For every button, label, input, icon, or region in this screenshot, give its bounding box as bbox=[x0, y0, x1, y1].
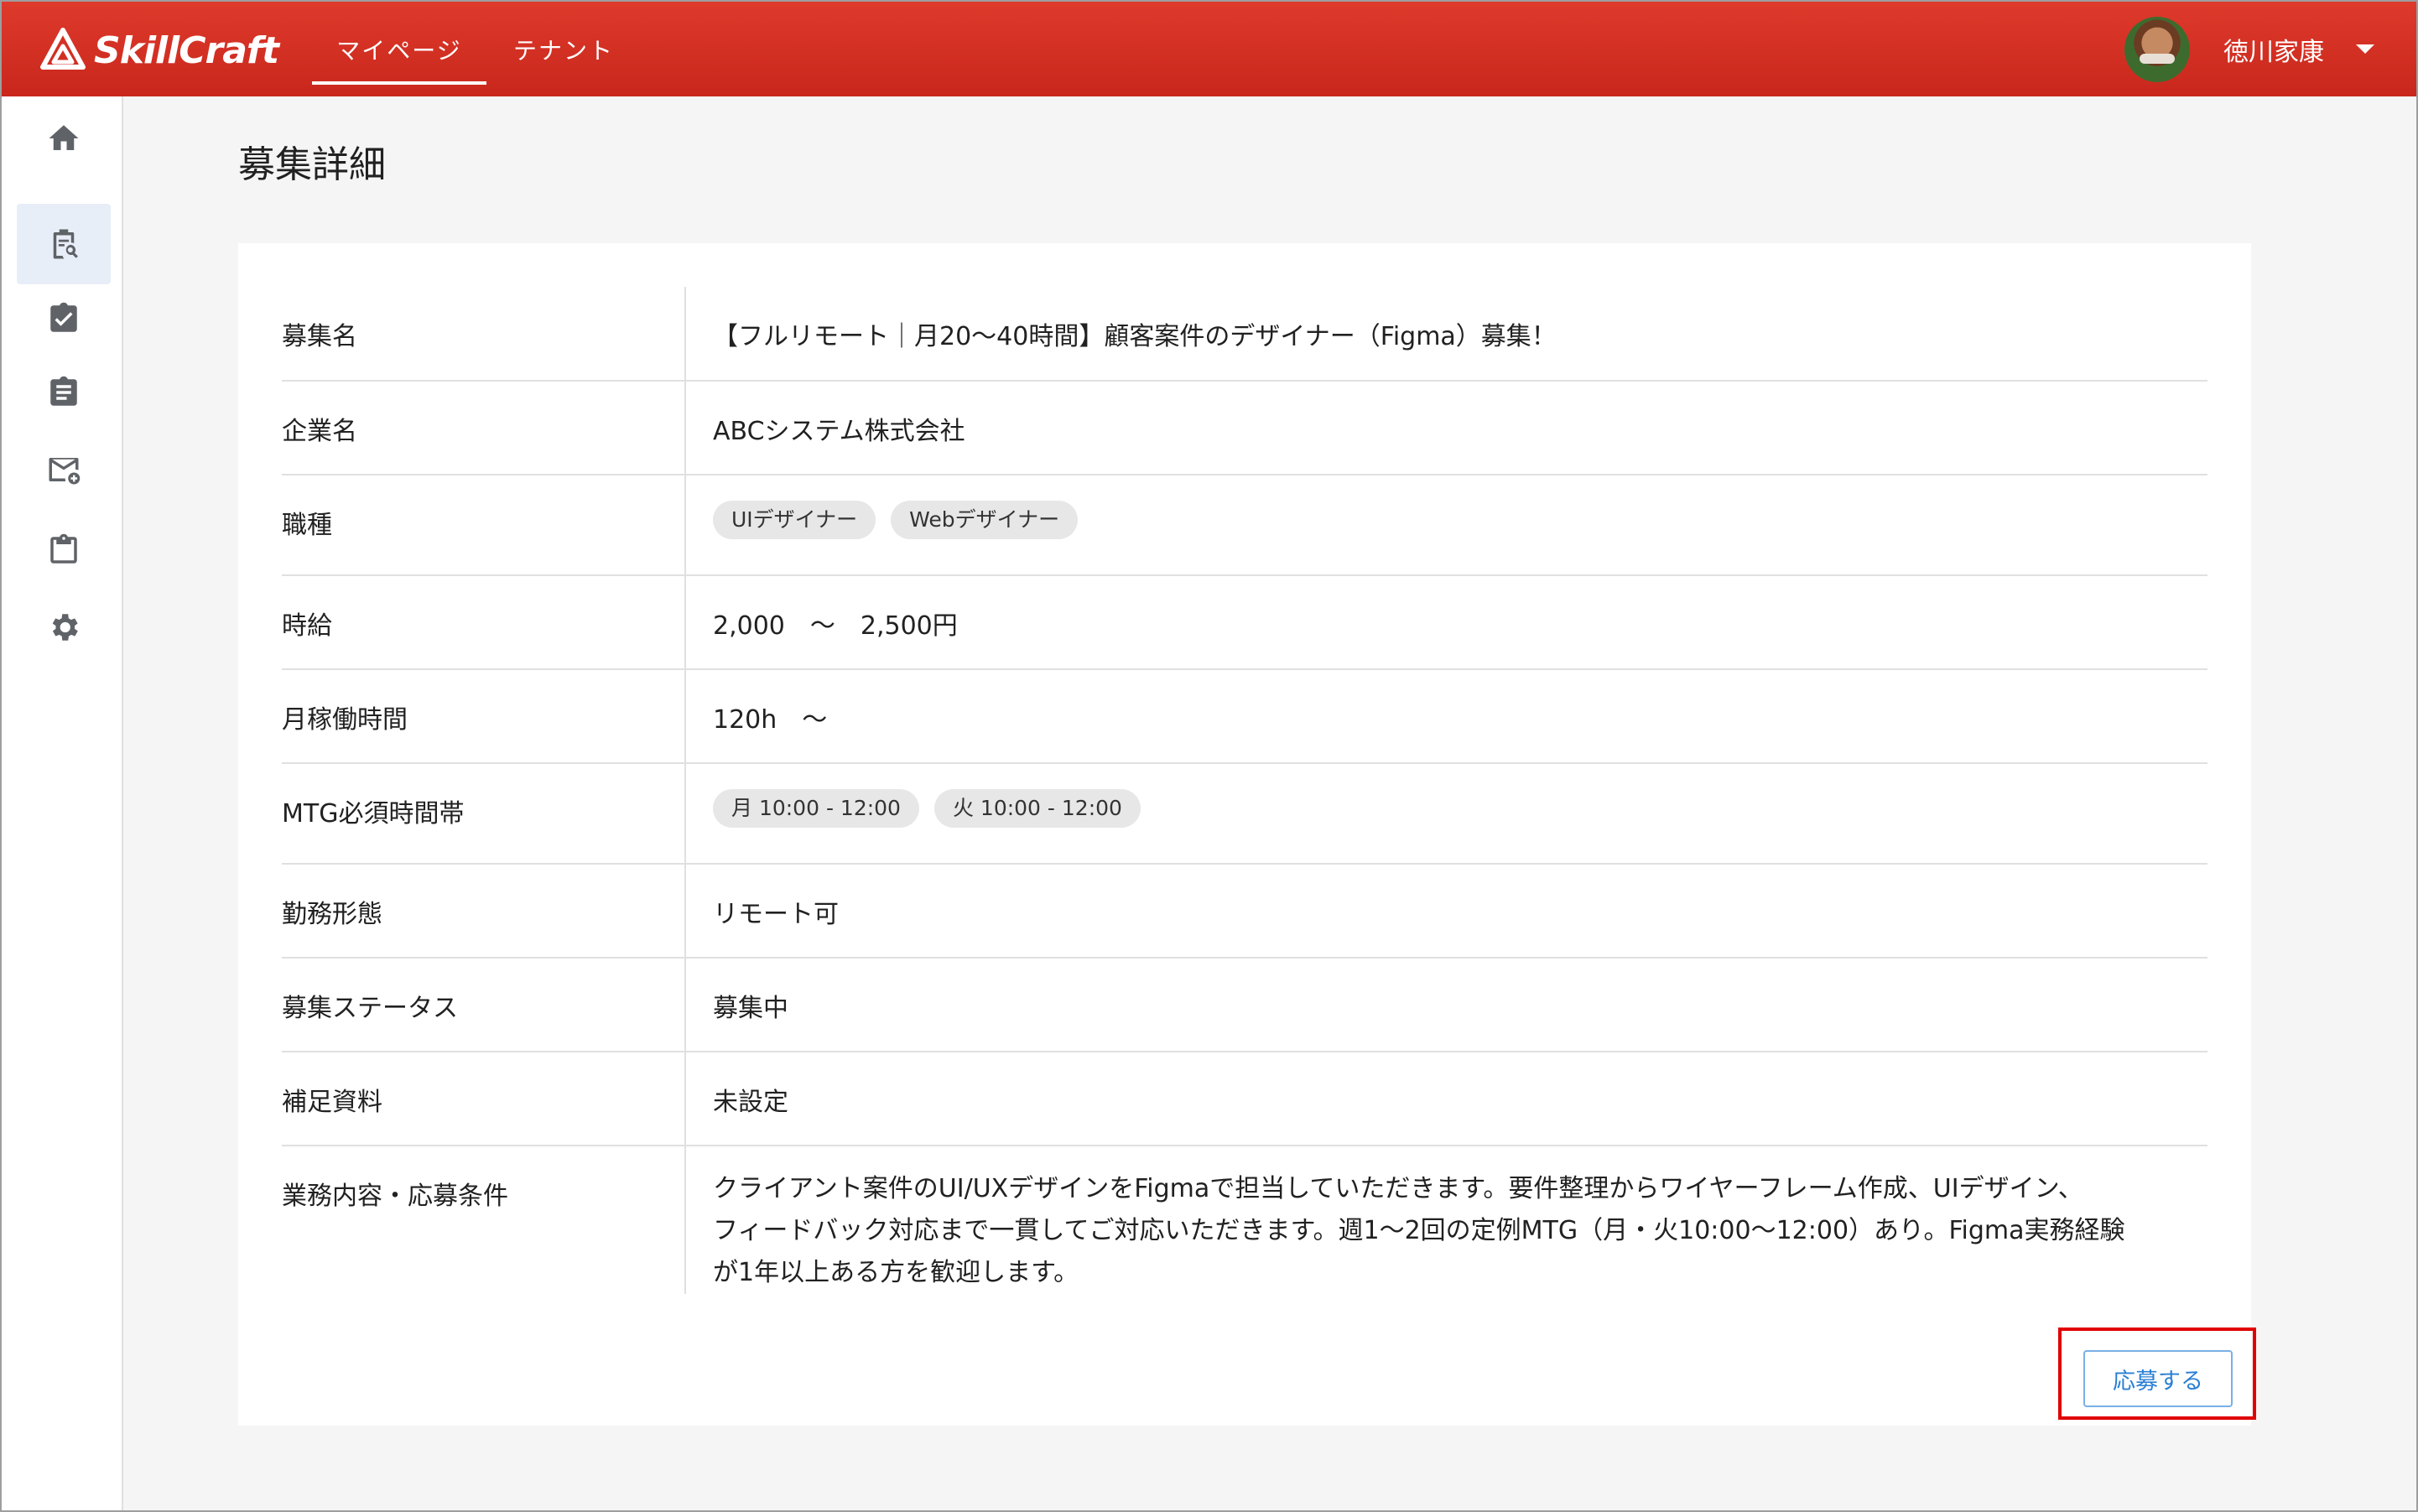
user-menu[interactable]: 徳川家康 bbox=[2124, 2, 2374, 96]
tab-mypage[interactable]: マイページ bbox=[312, 2, 486, 96]
row-label: 業務内容・応募条件 bbox=[282, 1146, 686, 1294]
description-line: が1年以上ある方を歓迎します。 bbox=[713, 1258, 1079, 1287]
table-row: 募集名 【フルリモート｜月20〜40時間】顧客案件のデザイナー（Figma）募集… bbox=[282, 287, 2207, 381]
app-window: SkillCraft マイページ テナント 徳川家康 募集詳細 募集名 【フルリ… bbox=[0, 0, 2418, 1512]
row-label: 補足資料 bbox=[282, 1052, 686, 1146]
row-label: 企業名 bbox=[282, 381, 686, 475]
row-label: 時給 bbox=[282, 575, 686, 669]
top-header: SkillCraft マイページ テナント 徳川家康 bbox=[2, 2, 2416, 96]
mtg-time-chip: 火 10:00 - 12:00 bbox=[933, 789, 1141, 828]
row-value-monthly-hours: 120h ～ bbox=[713, 705, 828, 735]
assignment-icon bbox=[50, 376, 77, 406]
app-name: SkillCraft bbox=[94, 29, 279, 72]
table-row: 月稼働時間 120h ～ bbox=[282, 669, 2207, 763]
sidebar bbox=[2, 96, 123, 1510]
gear-icon bbox=[52, 614, 78, 641]
mail-add-icon bbox=[49, 458, 81, 485]
page-title: 募集詳細 bbox=[238, 143, 386, 186]
table-row: 補足資料 未設定 bbox=[282, 1052, 2207, 1146]
detail-card: 募集名 【フルリモート｜月20〜40時間】顧客案件のデザイナー（Figma）募集… bbox=[238, 243, 2251, 1426]
sidebar-item-assignments[interactable] bbox=[17, 352, 111, 433]
job-type-chip: Webデザイナー bbox=[891, 501, 1079, 539]
app-logo[interactable]: SkillCraft bbox=[40, 27, 279, 74]
row-value-title: 【フルリモート｜月20〜40時間】顧客案件のデザイナー（Figma）募集！ bbox=[713, 322, 1557, 351]
table-row: 募集ステータス 募集中 bbox=[282, 958, 2207, 1052]
chevron-down-icon[interactable] bbox=[2356, 44, 2374, 54]
table-row: 業務内容・応募条件 クライアント案件のUI/UXデザインをFigmaで担当してい… bbox=[282, 1146, 2207, 1294]
description-line: フィードバック対応まで一貫してご対応いただきます。週1〜2回の定例MTG（月・火… bbox=[713, 1216, 2125, 1245]
row-label: 月稼働時間 bbox=[282, 669, 686, 763]
row-label: MTG必須時間帯 bbox=[282, 763, 686, 864]
row-value-mtg-time: 月 10:00 - 12:00 火 10:00 - 12:00 bbox=[685, 763, 2207, 864]
row-value-status: 募集中 bbox=[713, 994, 788, 1023]
row-label: 勤務形態 bbox=[282, 864, 686, 958]
user-name: 徳川家康 bbox=[2223, 37, 2324, 67]
avatar[interactable] bbox=[2124, 16, 2190, 82]
table-row: MTG必須時間帯 月 10:00 - 12:00 火 10:00 - 12:00 bbox=[282, 763, 2207, 864]
job-search-icon bbox=[53, 229, 78, 259]
apply-button[interactable]: 応募する bbox=[2083, 1350, 2233, 1407]
table-row: 企業名 ABCシステム株式会社 bbox=[282, 381, 2207, 475]
task-check-icon bbox=[50, 302, 77, 332]
job-type-chip: UIデザイナー bbox=[713, 501, 876, 539]
sidebar-item-messages[interactable] bbox=[17, 429, 111, 510]
sidebar-item-clipboard[interactable] bbox=[17, 510, 111, 590]
row-value-description: クライアント案件のUI/UXデザインをFigmaで担当していただきます。要件整理… bbox=[685, 1146, 2207, 1294]
row-label: 募集名 bbox=[282, 287, 686, 381]
tab-mypage-label: マイページ bbox=[336, 36, 462, 65]
home-icon bbox=[49, 125, 79, 150]
sidebar-item-tasks[interactable] bbox=[17, 278, 111, 359]
mtg-time-chip: 月 10:00 - 12:00 bbox=[713, 789, 919, 828]
main-content: 募集詳細 募集名 【フルリモート｜月20〜40時間】顧客案件のデザイナー（Fig… bbox=[123, 96, 2416, 1510]
sidebar-item-job-search[interactable] bbox=[17, 204, 111, 284]
description-line: クライアント案件のUI/UXデザインをFigmaで担当していただきます。要件整理… bbox=[713, 1174, 2083, 1203]
tab-tenant-label: テナント bbox=[513, 36, 615, 65]
clipboard-icon bbox=[50, 533, 77, 564]
apply-highlight: 応募する bbox=[2058, 1328, 2256, 1420]
row-value-job-type: UIデザイナー Webデザイナー bbox=[685, 475, 2207, 575]
table-row: 勤務形態 リモート可 bbox=[282, 864, 2207, 958]
sidebar-item-home[interactable] bbox=[17, 98, 111, 179]
row-label: 職種 bbox=[282, 475, 686, 575]
row-value-company: ABCシステム株式会社 bbox=[713, 417, 965, 446]
sidebar-item-settings[interactable] bbox=[17, 587, 111, 668]
skillcraft-logo-icon bbox=[40, 28, 86, 70]
table-row: 時給 2,000 ～ 2,500円 bbox=[282, 575, 2207, 669]
table-row: 職種 UIデザイナー Webデザイナー bbox=[282, 475, 2207, 575]
detail-table: 募集名 【フルリモート｜月20〜40時間】顧客案件のデザイナー（Figma）募集… bbox=[282, 287, 2207, 1294]
row-label: 募集ステータス bbox=[282, 958, 686, 1052]
row-value-hourly-wage: 2,000 ～ 2,500円 bbox=[713, 611, 958, 641]
row-value-work-style: リモート可 bbox=[713, 900, 839, 929]
row-value-materials: 未設定 bbox=[713, 1088, 788, 1117]
tab-tenant[interactable]: テナント bbox=[513, 2, 614, 96]
